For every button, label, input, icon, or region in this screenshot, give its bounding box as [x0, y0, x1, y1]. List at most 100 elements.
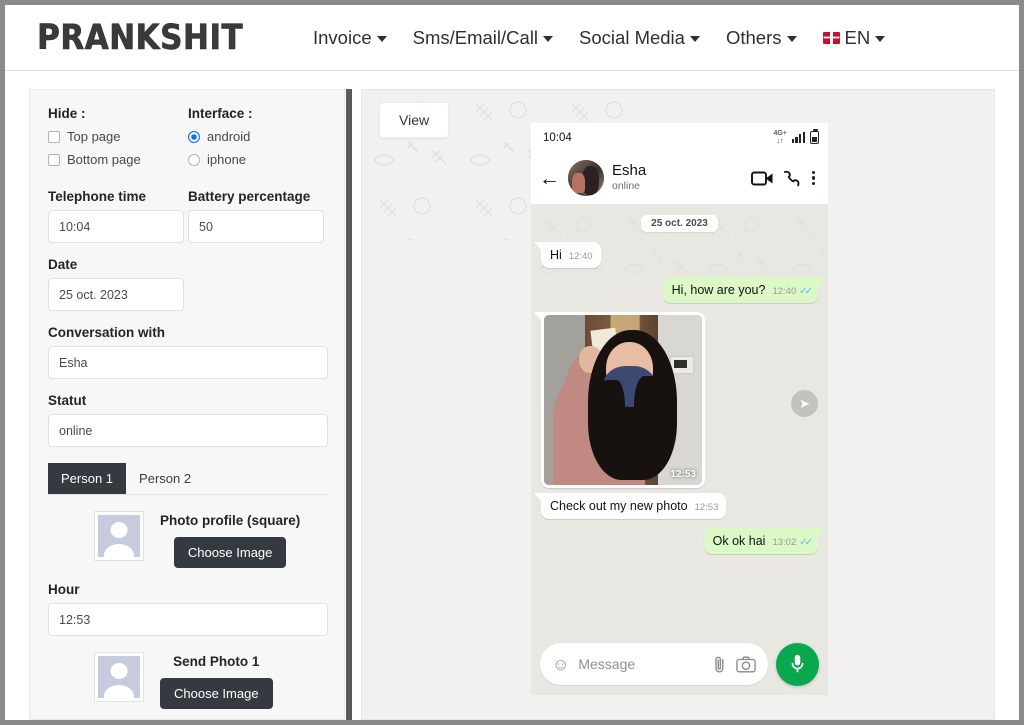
message-row: Check out my new photo 12:53 [533, 493, 818, 519]
microphone-icon[interactable] [776, 642, 819, 686]
nav-item-sms-email-call[interactable]: Sms/Email/Call [413, 27, 554, 49]
hide-group: Hide : Top page Bottom page [48, 106, 188, 175]
phone-status-bar: 10:04 4G+ ↓↑ [531, 123, 828, 152]
chevron-down-icon [543, 36, 554, 42]
message-photo[interactable] [544, 315, 702, 485]
sidebar-scrollbar[interactable] [346, 89, 352, 720]
more-options-icon[interactable] [809, 170, 818, 186]
radio-icon[interactable] [188, 153, 200, 166]
radio-android[interactable]: android [188, 129, 328, 144]
hour-input[interactable]: 12:53 [48, 603, 328, 636]
radio-icon[interactable] [188, 130, 200, 143]
message-bubble-outgoing[interactable]: Hi, how are you? 12:40 ✓✓ [662, 277, 826, 303]
contact-name: Esha [612, 161, 647, 179]
photo-profile-row: Photo profile (square) Choose Image [48, 511, 328, 568]
read-receipt-icon: ✓✓ [799, 536, 813, 548]
uk-flag-icon [822, 31, 840, 44]
message-bubble-outgoing[interactable]: Ok ok hai 13:02 ✓✓ [703, 528, 826, 554]
contact-info[interactable]: Esha online [612, 161, 743, 193]
nav-item-language[interactable]: EN [822, 26, 886, 49]
send-photo-1-label: Send Photo 1 [173, 654, 260, 669]
status-bar-icons: 4G+ ↓↑ [773, 129, 819, 145]
nav-item-label: Social Media [579, 26, 685, 48]
checkbox-top-page[interactable]: Top page [48, 129, 188, 144]
conversation-with-input[interactable]: Esha [48, 346, 328, 379]
battery-icon [810, 129, 819, 144]
read-receipt-icon: ✓✓ [799, 285, 813, 297]
language-label: EN [844, 26, 871, 48]
battery-percentage-input[interactable]: 50 [188, 210, 324, 243]
message-composer: ☺ Message [531, 633, 828, 695]
send-photo-1-meta: Send Photo 1 Choose Image [160, 652, 273, 709]
send-photo-1-row: Send Photo 1 Choose Image [48, 652, 328, 709]
chevron-down-icon [786, 36, 797, 42]
messages-list: 25 oct. 2023 Hi 12:40 Hi, how are you? 1… [531, 204, 828, 633]
checkbox-icon[interactable] [48, 153, 60, 166]
checkbox-icon[interactable] [48, 130, 60, 143]
network-type-icon: 4G+ ↓↑ [773, 130, 787, 145]
telephone-time-label: Telephone time [48, 189, 147, 204]
nav-item-others[interactable]: Others [726, 27, 797, 49]
message-time: 13:02 [772, 537, 797, 548]
contact-avatar[interactable] [568, 160, 604, 196]
chevron-down-icon [376, 36, 387, 42]
contact-status: online [612, 179, 641, 192]
status-bar-time: 10:04 [543, 131, 572, 144]
emoji-icon[interactable]: ☺ [552, 656, 569, 673]
checkbox-label: Bottom page [67, 152, 141, 167]
conversation-with-label: Conversation with [48, 325, 166, 340]
tab-person-1[interactable]: Person 1 [48, 463, 127, 494]
interface-group: Interface : android iphone [188, 106, 328, 175]
view-button[interactable]: View [379, 102, 450, 138]
telephone-time-input[interactable]: 10:04 [48, 210, 184, 243]
statut-input[interactable]: online [48, 414, 328, 447]
video-call-icon[interactable] [750, 170, 774, 187]
message-bubble-image[interactable]: 12:53 [534, 312, 705, 488]
profile-photo-preview [94, 511, 144, 561]
radio-iphone[interactable]: iphone [188, 152, 328, 167]
signal-bars-icon [791, 132, 805, 143]
attachment-icon[interactable] [712, 655, 727, 674]
interface-label: Interface : [188, 106, 253, 121]
message-bubble-incoming[interactable]: Check out my new photo 12:53 [533, 493, 727, 519]
radio-label: iphone [207, 152, 247, 167]
message-bubble-incoming[interactable]: Hi 12:40 [534, 242, 601, 268]
message-input[interactable]: Message [578, 656, 703, 672]
checkbox-bottom-page[interactable]: Bottom page [48, 152, 188, 167]
nav-links: Invoice Sms/Email/Call Social Media Othe… [313, 26, 886, 49]
tab-person-2[interactable]: Person 2 [126, 463, 204, 494]
send-photo-1-choose-button[interactable]: Choose Image [160, 678, 273, 709]
nav-item-social-media[interactable]: Social Media [579, 27, 700, 49]
radio-label: android [207, 129, 251, 144]
message-row: Ok ok hai 13:02 ✓✓ [541, 528, 826, 554]
user-placeholder-icon [98, 515, 140, 557]
site-logo[interactable]: PRANKSHIT [37, 17, 243, 58]
nav-item-label: Others [725, 26, 782, 48]
page-body: Hide : Top page Bottom page Interface : [5, 72, 1019, 720]
photo-profile-label: Photo profile (square) [160, 513, 301, 528]
user-placeholder-icon [98, 656, 140, 698]
nav-item-label: Invoice [313, 26, 372, 48]
settings-form: Hide : Top page Bottom page Interface : [30, 90, 344, 719]
top-navigation-bar: PRANKSHIT Invoice Sms/Email/Call Social … [5, 5, 1019, 71]
back-arrow-icon[interactable]: ← [539, 168, 560, 189]
battery-percentage-group: Battery percentage 50 [188, 175, 328, 243]
nav-item-invoice[interactable]: Invoice [313, 27, 387, 49]
phone-mockup: 10:04 4G+ ↓↑ ← Esha online 25 oct. 2023 … [531, 123, 828, 695]
statut-label: Statut [48, 393, 87, 408]
message-meta: 12:40 ✓✓ [772, 285, 813, 297]
message-text: Check out my new photo [550, 499, 688, 513]
choose-image-button[interactable]: Choose Image [173, 537, 287, 568]
hour-label: Hour [48, 582, 80, 597]
message-text: Hi [550, 248, 562, 262]
camera-icon[interactable] [736, 656, 756, 673]
message-time: 12:53 [694, 502, 719, 513]
message-time: 12:40 [568, 251, 593, 262]
message-meta: 12:53 [695, 502, 719, 513]
chevron-down-icon [689, 36, 700, 42]
voice-call-icon[interactable] [782, 169, 801, 188]
message-meta: 13:02 ✓✓ [772, 536, 813, 548]
message-input-pill[interactable]: ☺ Message [540, 643, 768, 685]
date-input[interactable]: 25 oct. 2023 [48, 278, 184, 311]
forward-icon[interactable]: ➤ [791, 390, 818, 417]
